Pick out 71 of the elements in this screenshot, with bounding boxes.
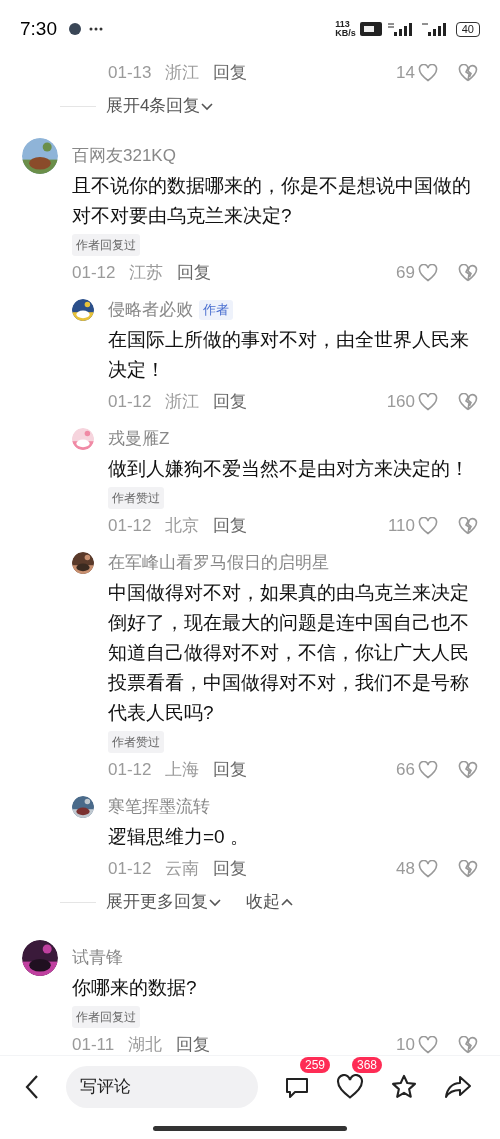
expand-more-button[interactable]: 展开更多回复 bbox=[106, 889, 222, 915]
user-name[interactable]: 侵略者必败 bbox=[108, 297, 193, 323]
like-count: 66 bbox=[396, 758, 415, 781]
comment-text: 你哪来的数据? bbox=[71, 976, 198, 1000]
comment-text: 做到人嫌狗不爱当然不是由对方来决定的！ bbox=[107, 457, 470, 481]
user-name[interactable]: 在军峰山看罗马假日的启明星 bbox=[108, 550, 329, 576]
like-count: 14 bbox=[396, 61, 415, 84]
user-name[interactable]: 试青锋 bbox=[72, 945, 123, 971]
author-tag: 作者赞过 bbox=[108, 731, 164, 753]
author-tag: 作者回复过 bbox=[72, 1006, 140, 1028]
chevron-up-icon bbox=[280, 897, 294, 907]
author-badge: 作者 bbox=[199, 300, 233, 320]
broken-heart-icon[interactable] bbox=[458, 392, 478, 411]
comment-text: 中国做得对不对，如果真的由乌克兰来决定倒好了，现在最大的问题是连中国自己也不知道自己做得对不对，不信，你让广大人民投票看看，中国做得对不对，我们不是号称代表人民吗? bbox=[107, 581, 470, 725]
back-icon[interactable] bbox=[24, 1073, 40, 1100]
like-count: 160 bbox=[386, 390, 415, 413]
comment-text: 且不说你的数据哪来的，你是不是想说中国做的对不对要由乌克兰来决定? bbox=[71, 174, 472, 228]
comment-date: 01-13 bbox=[108, 61, 152, 84]
user-name[interactable]: 寒笔挥墨流转 bbox=[108, 794, 210, 820]
heart-icon[interactable] bbox=[336, 1073, 364, 1100]
comment-date: 01-12 bbox=[108, 758, 152, 781]
clock-time: 7:30 bbox=[20, 16, 57, 41]
reply-link[interactable]: 回复 bbox=[213, 388, 248, 415]
comment-region: 云南 bbox=[165, 857, 200, 880]
comment-count-badge: 259 bbox=[300, 1056, 331, 1073]
author-tag: 作者回复过 bbox=[72, 234, 140, 256]
broken-heart-icon[interactable] bbox=[458, 1035, 478, 1054]
comment-date: 01-12 bbox=[108, 390, 152, 413]
comment-date: 01-12 bbox=[108, 857, 152, 880]
author-tag: 作者赞过 bbox=[108, 487, 164, 509]
comment-text: 在国际上所做的事对不对，由全世界人民来决定！ bbox=[107, 328, 470, 382]
collapse-button[interactable]: 收起 bbox=[246, 889, 294, 915]
like-count: 110 bbox=[387, 514, 415, 537]
chevron-down-icon bbox=[208, 897, 222, 907]
reply-link[interactable]: 回复 bbox=[213, 512, 248, 539]
battery-level: 40 bbox=[455, 21, 480, 37]
like-count: 48 bbox=[396, 857, 415, 880]
share-icon[interactable] bbox=[444, 1073, 472, 1100]
star-icon[interactable] bbox=[390, 1072, 418, 1101]
like-count-badge: 368 bbox=[352, 1056, 383, 1073]
broken-heart-icon[interactable] bbox=[458, 263, 478, 282]
comment-date: 01-12 bbox=[72, 261, 116, 284]
network-speed-unit: KB/s bbox=[335, 29, 356, 38]
reply-link[interactable]: 回复 bbox=[213, 855, 248, 882]
comment-region: 上海 bbox=[165, 758, 200, 781]
reply-link[interactable]: 回复 bbox=[213, 59, 248, 86]
comment-region: 北京 bbox=[165, 514, 200, 537]
broken-heart-icon[interactable] bbox=[458, 859, 478, 878]
like-count: 69 bbox=[396, 261, 415, 284]
broken-heart-icon[interactable] bbox=[458, 760, 478, 779]
hd-icon bbox=[359, 22, 382, 36]
user-name[interactable]: 百网友321KQ bbox=[72, 143, 176, 169]
reply-link[interactable]: 回复 bbox=[177, 259, 212, 286]
comment-region: 浙江 bbox=[165, 61, 200, 84]
chevron-down-icon bbox=[200, 101, 215, 111]
reply-link[interactable]: 回复 bbox=[213, 756, 248, 783]
broken-heart-icon[interactable] bbox=[458, 516, 478, 535]
like-count: 10 bbox=[396, 1033, 415, 1056]
reply-link[interactable]: 回复 bbox=[176, 1031, 211, 1058]
comment-date: 01-11 bbox=[72, 1033, 115, 1056]
expand-replies-button[interactable]: 展开4条回复 bbox=[106, 93, 215, 119]
network-speed: 113 bbox=[335, 20, 351, 29]
comment-region: 江苏 bbox=[129, 261, 164, 284]
more-icon bbox=[89, 27, 103, 31]
comment-text: 逻辑思维力=0 。 bbox=[107, 825, 250, 849]
comment-region: 浙江 bbox=[165, 390, 200, 413]
user-name[interactable]: 戎曼雁Z bbox=[108, 426, 170, 452]
comment-region: 湖北 bbox=[128, 1033, 163, 1056]
comment-date: 01-12 bbox=[108, 514, 152, 537]
broken-heart-icon[interactable] bbox=[458, 63, 478, 82]
comment-input-field[interactable]: 写评论 bbox=[66, 1065, 258, 1108]
